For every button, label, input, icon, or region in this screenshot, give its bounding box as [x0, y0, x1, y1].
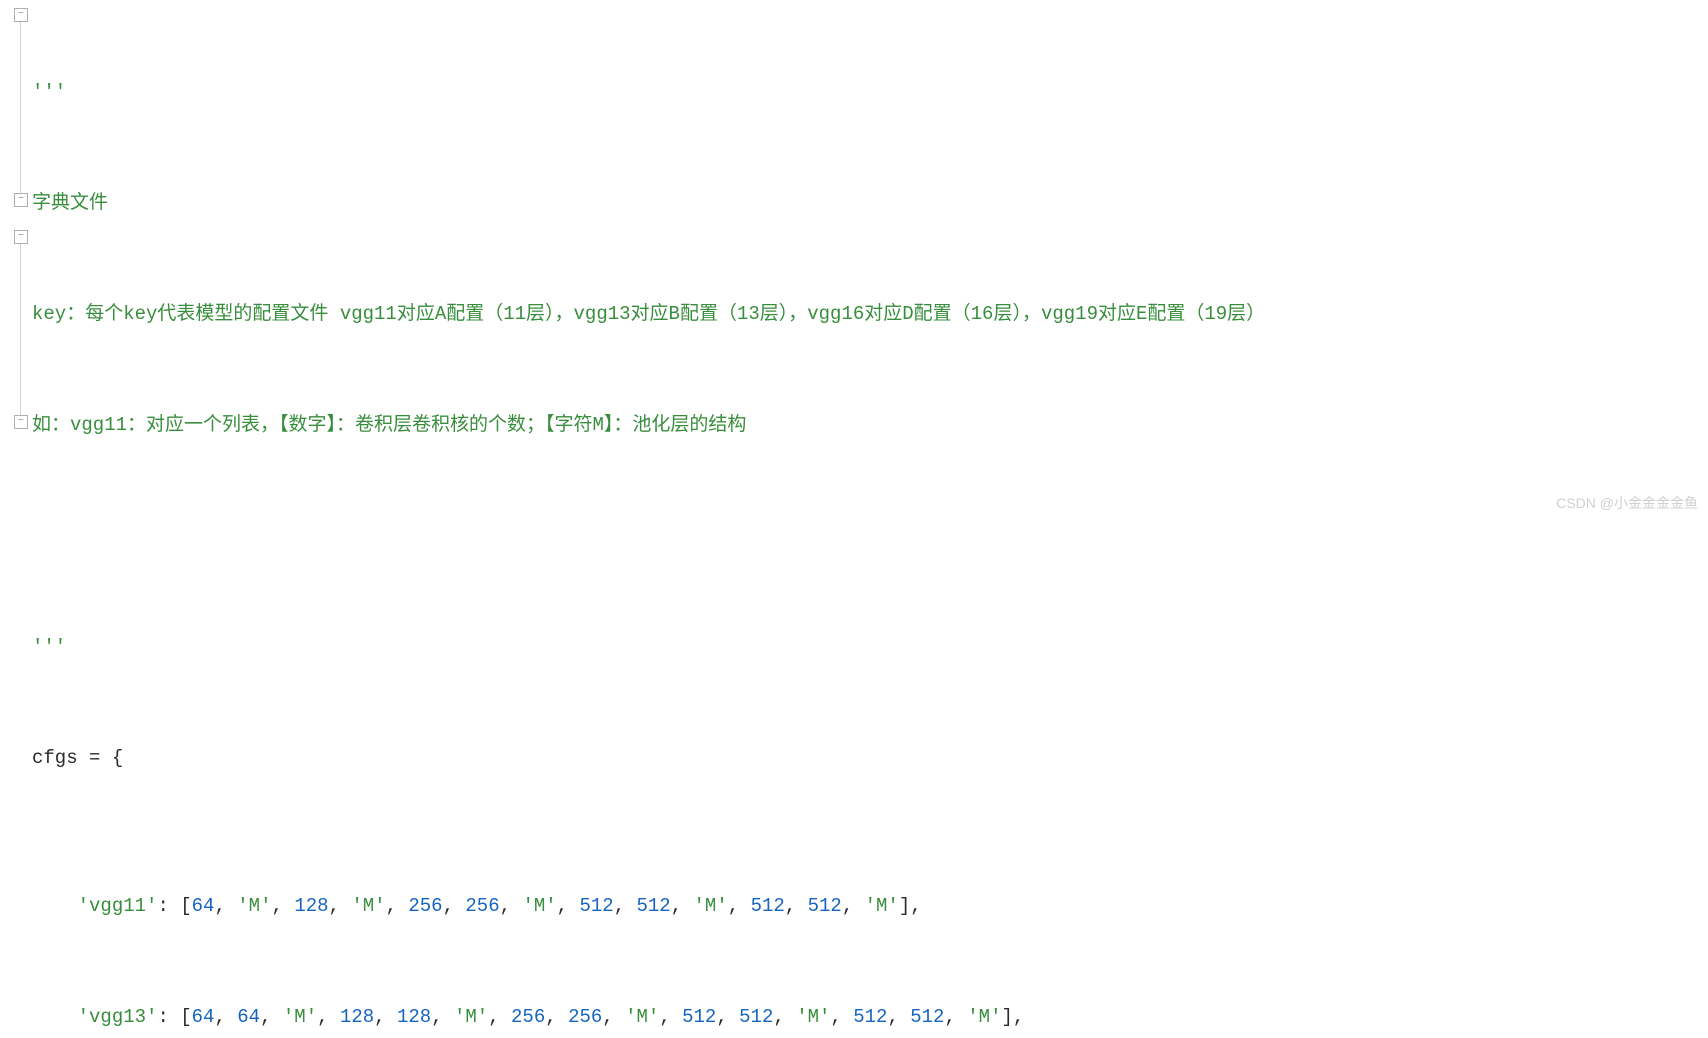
comma: , [329, 895, 352, 917]
config-row-vgg11: 'vgg11': [64, 'M', 128, 'M', 256, 256, '… [32, 888, 1708, 925]
list-number: 512 [579, 895, 613, 917]
comment-text: 如：vgg11：对应一个列表，【数字】：卷积层卷积核的个数；【字符M】：池化层的… [32, 414, 746, 436]
list-number: 64 [192, 895, 215, 917]
list-number: 128 [397, 1006, 431, 1028]
list-string: 'M' [522, 895, 556, 917]
comma: , [557, 895, 580, 917]
dict-key: 'vgg13' [78, 1006, 158, 1028]
comma: , [671, 895, 694, 917]
code-line: ''' [32, 629, 1708, 666]
bracket-open: : [ [157, 895, 191, 917]
comma: , [773, 1006, 796, 1028]
comma: , [887, 1006, 910, 1028]
code-line: 如：vgg11：对应一个列表，【数字】：卷积层卷积核的个数；【字符M】：池化层的… [32, 407, 1708, 444]
comma: , [614, 895, 637, 917]
list-number: 256 [568, 1006, 602, 1028]
comma: , [260, 1006, 283, 1028]
list-string: 'M' [694, 895, 728, 917]
comma: , [272, 895, 295, 917]
comma: , [214, 1006, 237, 1028]
comma: , [374, 1006, 397, 1028]
list-number: 256 [408, 895, 442, 917]
comma: , [842, 895, 865, 917]
code-line: cfgs = { [32, 740, 1708, 777]
gutter: − − − − [0, 0, 28, 519]
comment-text: key：每个key代表模型的配置文件 vgg11对应A配置（11层），vgg13… [32, 303, 1265, 325]
comma: , [386, 895, 409, 917]
list-number: 512 [808, 895, 842, 917]
fold-toggle-top[interactable]: − [14, 8, 28, 22]
bracket-open: : [ [157, 1006, 191, 1028]
code-line: ''' [32, 74, 1708, 111]
list-number: 512 [682, 1006, 716, 1028]
list-string: 'M' [283, 1006, 317, 1028]
comma: , [785, 895, 808, 917]
list-number: 512 [751, 895, 785, 917]
comma: , [443, 895, 466, 917]
comma: , [602, 1006, 625, 1028]
list-number: 512 [739, 1006, 773, 1028]
list-string: 'M' [967, 1006, 1001, 1028]
bracket-close: ], [899, 895, 922, 917]
comma: , [716, 1006, 739, 1028]
comma: , [214, 895, 237, 917]
list-string: 'M' [454, 1006, 488, 1028]
list-number: 256 [465, 895, 499, 917]
bracket-close: ], [1002, 1006, 1025, 1028]
list-number: 64 [192, 1006, 215, 1028]
code-line: key：每个key代表模型的配置文件 vgg11对应A配置（11层），vgg13… [32, 296, 1708, 333]
indent [32, 895, 78, 917]
list-string: 'M' [237, 895, 271, 917]
comma: , [659, 1006, 682, 1028]
list-string: 'M' [351, 895, 385, 917]
list-string: 'M' [796, 1006, 830, 1028]
list-number: 512 [637, 895, 671, 917]
list-number: 64 [237, 1006, 260, 1028]
code-line [32, 518, 1708, 555]
list-string: 'M' [625, 1006, 659, 1028]
fold-guide-cfgs [20, 244, 21, 420]
list-number: 512 [853, 1006, 887, 1028]
list-number: 256 [511, 1006, 545, 1028]
list-number: 512 [910, 1006, 944, 1028]
code-editor[interactable]: ''' 字典文件 key：每个key代表模型的配置文件 vgg11对应A配置（1… [32, 0, 1708, 1038]
fold-toggle-cfgs-end[interactable]: − [14, 415, 28, 429]
comma: , [431, 1006, 454, 1028]
comma: , [500, 895, 523, 917]
fold-toggle-comment-end[interactable]: − [14, 193, 28, 207]
fold-toggle-cfgs[interactable]: − [14, 230, 28, 244]
comma: , [317, 1006, 340, 1028]
config-row-vgg13: 'vgg13': [64, 64, 'M', 128, 128, 'M', 25… [32, 999, 1708, 1036]
comma: , [545, 1006, 568, 1028]
triple-quote: ''' [32, 636, 66, 658]
list-number: 128 [294, 895, 328, 917]
list-number: 128 [340, 1006, 374, 1028]
code-line: 字典文件 [32, 185, 1708, 222]
triple-quote: ''' [32, 81, 66, 103]
comma: , [488, 1006, 511, 1028]
indent [32, 1006, 78, 1028]
list-string: 'M' [865, 895, 899, 917]
fold-guide-comment [20, 22, 21, 198]
comment-text: 字典文件 [32, 192, 108, 214]
comma: , [728, 895, 751, 917]
watermark: CSDN @小金金金金鱼 [1556, 493, 1698, 513]
comma: , [830, 1006, 853, 1028]
comma: , [944, 1006, 967, 1028]
cfgs-open: cfgs = { [32, 747, 123, 769]
dict-key: 'vgg11' [78, 895, 158, 917]
